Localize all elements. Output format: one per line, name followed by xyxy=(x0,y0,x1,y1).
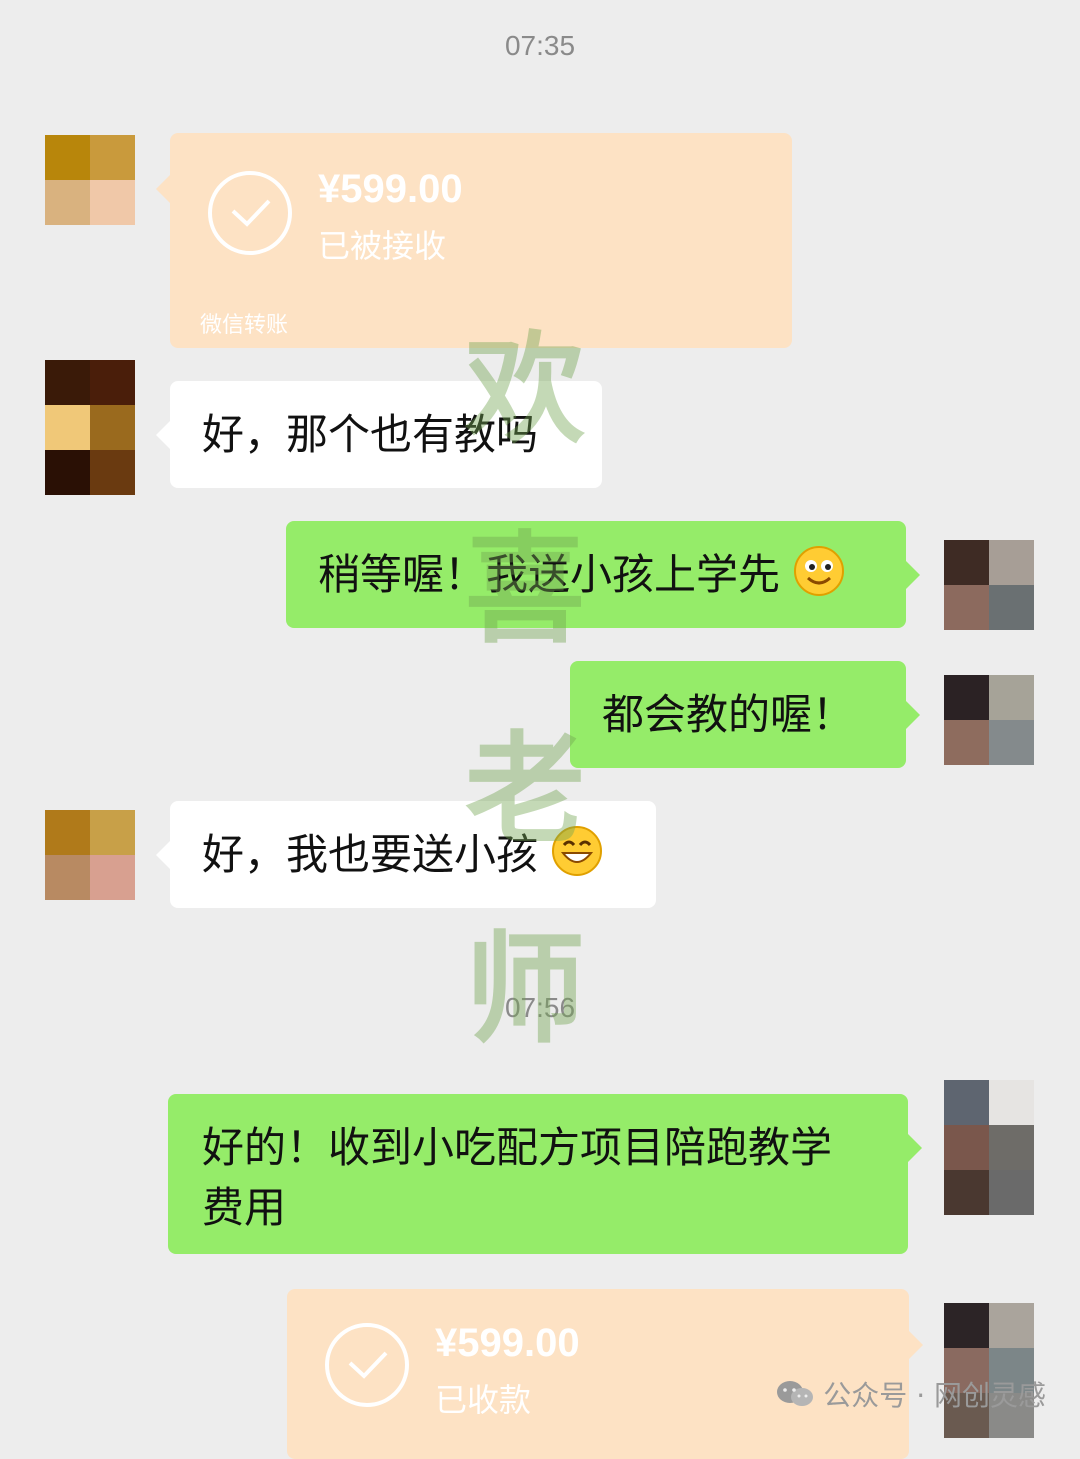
message-bubble-sent[interactable]: 稍等喔！我送小孩上学先 xyxy=(286,521,920,628)
credit-text: 公众号 · 网创灵感 xyxy=(823,1379,1046,1412)
check-circle-icon xyxy=(325,1323,409,1407)
watermark-char: 欢 xyxy=(465,319,585,460)
message-bubble-sent[interactable]: 都会教的喔！ xyxy=(570,661,920,768)
avatar[interactable] xyxy=(45,135,135,225)
transfer-status: 已收款 xyxy=(435,1381,532,1419)
watermark-char: 老 xyxy=(465,719,585,860)
transfer-amount: ¥599.00 xyxy=(318,167,463,211)
avatar[interactable] xyxy=(944,1303,1034,1438)
avatar[interactable] xyxy=(944,675,1034,765)
avatar[interactable] xyxy=(944,540,1034,630)
avatar[interactable] xyxy=(45,810,135,900)
source-credit: 公众号 · 网创灵感 xyxy=(775,1374,1046,1414)
message-text-line: 费用 xyxy=(202,1183,287,1232)
transfer-amount: ¥599.00 xyxy=(435,1321,580,1365)
transfer-footer: 微信转账 xyxy=(200,313,289,338)
watermark-char: 师 xyxy=(465,919,585,1060)
smile-emoji xyxy=(794,546,845,596)
timestamp: 07:35 xyxy=(504,30,576,61)
avatar[interactable] xyxy=(944,1080,1034,1215)
message-bubble-sent[interactable]: 好的！收到小吃配方项目陪跑教学 费用 xyxy=(168,1094,922,1254)
message-text: 都会教的喔！ xyxy=(602,690,855,739)
message-text-line: 好的！收到小吃配方项目陪跑教学 xyxy=(202,1123,833,1172)
avatar[interactable] xyxy=(45,360,135,495)
check-circle-icon xyxy=(208,171,292,255)
transfer-card-received[interactable]: ¥599.00 已被接收 微信转账 xyxy=(156,133,792,348)
transfer-status: 已被接收 xyxy=(318,227,447,265)
watermark-char: 喜 xyxy=(465,519,585,660)
wechat-icon xyxy=(777,1381,814,1406)
